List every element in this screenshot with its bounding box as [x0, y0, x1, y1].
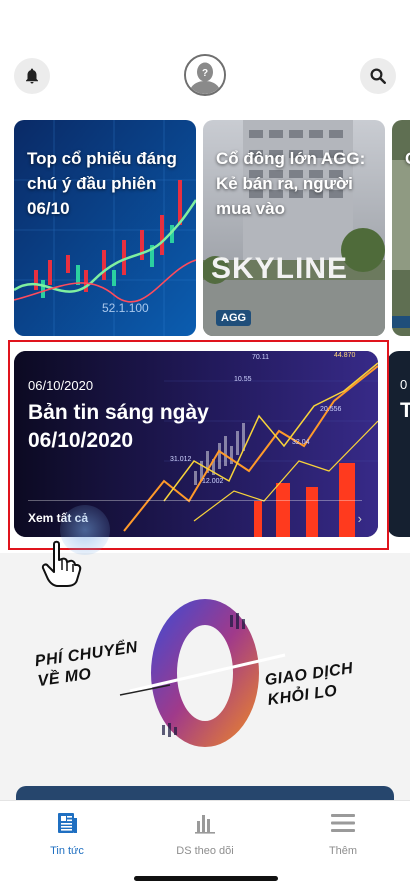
promo-banner[interactable]: 0 PHÍ CHUYỂN VỀ MO GIAO DỊCH KHỎI LO	[0, 553, 410, 816]
story-title: Cổ đông lớn AGG: Kẻ bán ra, người mua và…	[216, 149, 366, 218]
tab-news[interactable]: Tin tức	[7, 809, 127, 857]
story-card[interactable]: 52.1.100 Top cổ phiếu đáng chú ý đầu phi…	[14, 120, 196, 336]
stock-tag[interactable]: AGG	[216, 310, 252, 326]
hand-pointer-icon	[41, 540, 82, 587]
search-button[interactable]	[360, 58, 396, 94]
news-banner-next[interactable]: 0 T	[387, 351, 410, 537]
bottom-tab-bar: Tin tức DS theo dõi Thêm	[0, 800, 410, 884]
story-card[interactable]: SKYLINE Cổ đông lớn AGG: Kẻ bán ra, ngườ…	[203, 120, 385, 336]
user-avatar-icon: ?	[186, 56, 224, 94]
app-screen: ? 52.1.100 Top cổ phiếu đáng chú ý đầu p…	[0, 0, 410, 884]
tab-label: DS theo dõi	[176, 845, 234, 857]
next-banner-date: 0	[400, 377, 408, 392]
story-carousel[interactable]: 52.1.100 Top cổ phiếu đáng chú ý đầu phi…	[0, 120, 410, 336]
home-indicator	[134, 876, 278, 881]
menu-icon	[331, 814, 355, 832]
tab-more[interactable]: Thêm	[283, 809, 403, 857]
notification-button[interactable]	[14, 58, 50, 94]
svg-text:52.1.100: 52.1.100	[102, 301, 149, 315]
story-card[interactable]: C	[392, 120, 410, 336]
avatar-mark: ?	[202, 68, 208, 79]
user-avatar[interactable]: ?	[184, 54, 226, 96]
story-title: C	[405, 146, 410, 171]
tab-label: Tin tức	[50, 845, 84, 857]
bar-chart-icon	[195, 815, 215, 834]
tab-watchlist[interactable]: DS theo dõi	[145, 809, 265, 857]
story-title: Top cổ phiếu đáng chú ý đầu phiên 06/10	[27, 149, 177, 218]
search-icon	[370, 68, 386, 84]
top-header: ?	[0, 54, 410, 98]
next-banner-title: T	[400, 399, 410, 422]
news-icon	[58, 813, 77, 833]
tab-label: Thêm	[328, 845, 358, 857]
story-image-text: SKYLINE	[211, 252, 348, 285]
bell-icon	[26, 68, 38, 84]
